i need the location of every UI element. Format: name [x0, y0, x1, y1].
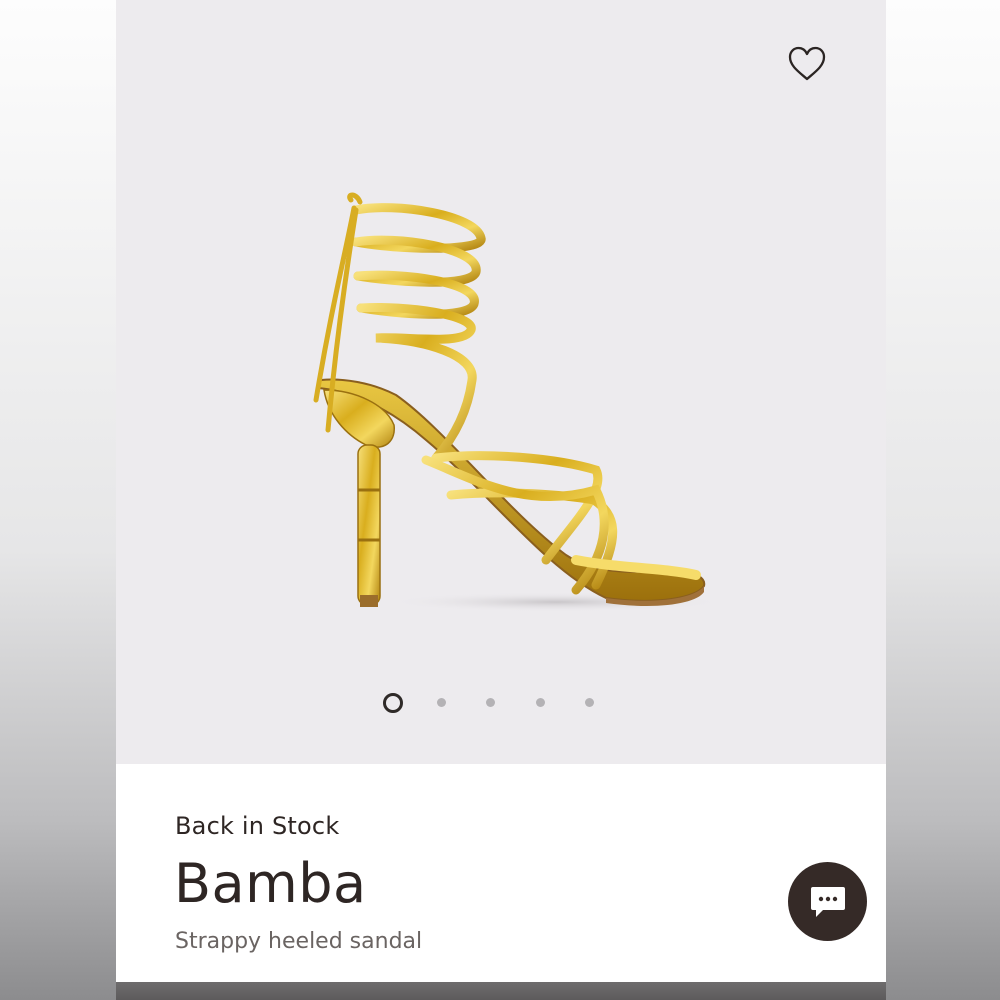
- product-info-panel: Back in Stock Bamba Strappy heeled sanda…: [116, 764, 886, 982]
- chat-button[interactable]: [788, 862, 867, 941]
- backdrop-left: [0, 0, 116, 1000]
- chat-bubble-icon: [811, 887, 845, 917]
- gallery-dot-2[interactable]: [437, 698, 446, 707]
- product-screen: Back in Stock Bamba Strappy heeled sanda…: [116, 0, 886, 1000]
- product-gallery[interactable]: [116, 0, 886, 764]
- backdrop-right: [886, 0, 1000, 1000]
- gallery-dot-5[interactable]: [585, 698, 594, 707]
- product-name: Bamba: [174, 852, 367, 915]
- gallery-dot-4[interactable]: [536, 698, 545, 707]
- product-image: [313, 192, 716, 612]
- availability-label: Back in Stock: [175, 812, 340, 840]
- gallery-dot-3[interactable]: [486, 698, 495, 707]
- gallery-dot-1[interactable]: [383, 693, 403, 713]
- gallery-pagination: [116, 692, 886, 713]
- heart-outline-icon: [788, 46, 826, 81]
- bottom-edge: [116, 982, 886, 1000]
- favorite-button[interactable]: [786, 44, 828, 84]
- product-description: Strappy heeled sandal: [175, 929, 423, 954]
